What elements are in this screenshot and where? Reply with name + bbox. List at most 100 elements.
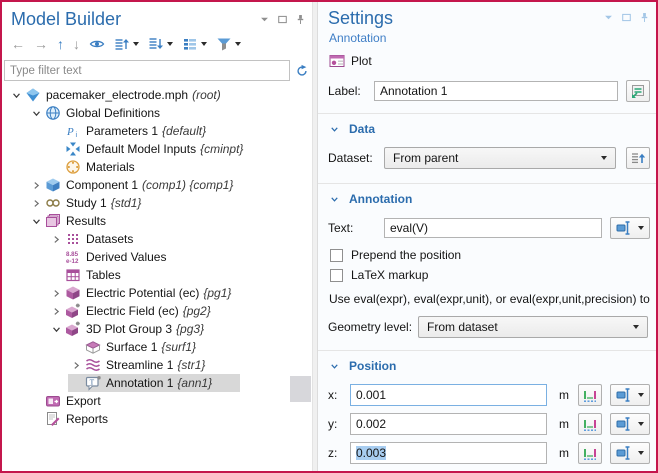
dataset-label: Dataset: (328, 151, 384, 165)
tree-item-export[interactable]: Export (2, 392, 312, 410)
tree-item-derived-values[interactable]: Derived Values (2, 248, 312, 266)
collapse-toggle-icon[interactable] (8, 90, 24, 101)
collapse-all-button[interactable] (114, 36, 139, 52)
collapse-toggle-icon[interactable] (28, 108, 44, 119)
annotation-text-input[interactable] (384, 218, 602, 238)
tree-item-pacemaker-electrode-mph[interactable]: pacemaker_electrode.mph(root) (2, 86, 312, 104)
tree-item-label: Materials (86, 160, 135, 174)
position-x-input[interactable]: 0.001 (350, 384, 547, 406)
tree-item-streamline-1[interactable]: Streamline 1{str1} (2, 356, 312, 374)
breadcrumb[interactable]: Annotation (329, 31, 650, 45)
insert-expression-button[interactable] (610, 384, 650, 406)
filter-input[interactable] (4, 60, 290, 81)
text-field-label: Text: (328, 221, 384, 235)
settings-header: Settings (328, 6, 650, 30)
model-builder-header: Model Builder (2, 2, 312, 30)
tree-item-3d-plot-group-3[interactable]: 3D Plot Group 3{pg3} (2, 320, 312, 338)
export-icon (45, 393, 61, 409)
panel-menu-icon[interactable] (259, 14, 270, 25)
tree-item-surface-1[interactable]: Surface 1{surf1} (2, 338, 312, 356)
chevron-down-icon (638, 393, 644, 397)
tree-item-electric-field-ec[interactable]: Electric Field (ec){pg2} (2, 302, 312, 320)
expand-toggle-icon[interactable] (68, 360, 84, 371)
chevron-down-icon (201, 42, 207, 46)
tree-item-tag: {cminpt} (200, 142, 243, 156)
dataset-select[interactable]: From parent (384, 147, 616, 169)
move-up-icon[interactable]: ↑ (57, 37, 64, 51)
section-data-header[interactable]: Data (329, 122, 650, 136)
go-to-source-button[interactable] (626, 147, 650, 169)
prepend-position-label: Prepend the position (351, 248, 461, 262)
position-z-row: z:0.003m (328, 442, 650, 464)
tree-item-default-model-inputs[interactable]: Default Model Inputs{cminpt} (2, 140, 312, 158)
expand-toggle-icon[interactable] (28, 180, 44, 191)
insert-expression-button[interactable] (610, 217, 650, 239)
prepend-position-checkbox[interactable] (330, 249, 343, 262)
geometry-level-select[interactable]: From dataset (418, 316, 648, 338)
settings-title: Settings (328, 6, 603, 30)
back-icon[interactable]: ← (11, 37, 25, 51)
float-icon[interactable] (277, 14, 288, 25)
tree-item-label: Electric Potential (ec) (86, 286, 199, 300)
section-position-header[interactable]: Position (329, 359, 650, 373)
expand-toggle-icon[interactable] (48, 234, 64, 245)
expand-toggle-icon[interactable] (28, 198, 44, 209)
tree-item-global-definitions[interactable]: Global Definitions (2, 104, 312, 122)
tree-item-tables[interactable]: Tables (2, 266, 312, 284)
plot-group-star-icon (65, 321, 81, 337)
section-annotation-header[interactable]: Annotation (329, 192, 650, 206)
label-input[interactable] (374, 81, 618, 101)
range-button[interactable] (578, 442, 602, 464)
go-to-source-icon (630, 150, 646, 166)
tree-item-materials[interactable]: Materials (2, 158, 312, 176)
rename-button[interactable] (626, 80, 650, 102)
model-tree: pacemaker_electrode.mph(root) Global Defi… (2, 83, 312, 471)
collapse-toggle-icon[interactable] (48, 324, 64, 335)
pin-icon[interactable] (639, 12, 650, 23)
section-divider (318, 113, 656, 114)
unit-label: m (559, 417, 569, 431)
range-button[interactable] (578, 413, 602, 435)
tree-item-component-1[interactable]: Component 1(comp1) {comp1} (2, 176, 312, 194)
tree-item-parameters-1[interactable]: Parameters 1{default} (2, 122, 312, 140)
chevron-down-icon (329, 361, 340, 372)
expand-toggle-icon[interactable] (48, 306, 64, 317)
latex-markup-checkbox[interactable] (330, 269, 343, 282)
study-icon (45, 195, 61, 211)
tree-item-electric-potential-ec[interactable]: Electric Potential (ec){pg1} (2, 284, 312, 302)
section-divider (318, 183, 656, 184)
insert-expression-button[interactable] (610, 413, 650, 435)
results-icon (45, 213, 61, 229)
model-tree-nodes-button[interactable] (182, 36, 207, 52)
float-icon[interactable] (621, 12, 632, 23)
tree-item-label: Surface 1 (106, 340, 157, 354)
move-down-icon[interactable]: ↓ (73, 37, 80, 51)
show-eye-icon[interactable] (89, 36, 105, 52)
tree-item-study-1[interactable]: Study 1{std1} (2, 194, 312, 212)
pin-icon[interactable] (295, 14, 306, 25)
expand-toggle-icon[interactable] (48, 288, 64, 299)
chevron-down-icon (638, 451, 644, 455)
collapse-toggle-icon[interactable] (28, 216, 44, 227)
tree-item-label: Global Definitions (66, 106, 160, 120)
tree-item-datasets[interactable]: Datasets (2, 230, 312, 248)
filter-button[interactable] (216, 36, 241, 52)
range-button[interactable] (578, 384, 602, 406)
section-data-title: Data (349, 122, 375, 136)
tree-item-label: Reports (66, 412, 108, 426)
tree-item-label: Results (66, 214, 106, 228)
position-z-input[interactable]: 0.003 (350, 442, 547, 464)
forward-icon[interactable]: → (34, 37, 48, 51)
tree-item-reports[interactable]: Reports (2, 410, 312, 428)
tree-item-results[interactable]: Results (2, 212, 312, 230)
datasets-icon (65, 231, 81, 247)
chevron-down-icon (601, 156, 607, 160)
position-y-input[interactable]: 0.002 (350, 413, 547, 435)
panel-menu-icon[interactable] (603, 12, 614, 23)
tree-item-annotation-1[interactable]: Annotation 1{ann1} (2, 374, 312, 392)
expand-all-button[interactable] (148, 36, 173, 52)
refresh-icon[interactable] (295, 64, 309, 78)
scrollbar-thumb[interactable] (290, 376, 311, 402)
insert-expression-button[interactable] (610, 442, 650, 464)
plot-button[interactable]: Plot (329, 53, 650, 69)
